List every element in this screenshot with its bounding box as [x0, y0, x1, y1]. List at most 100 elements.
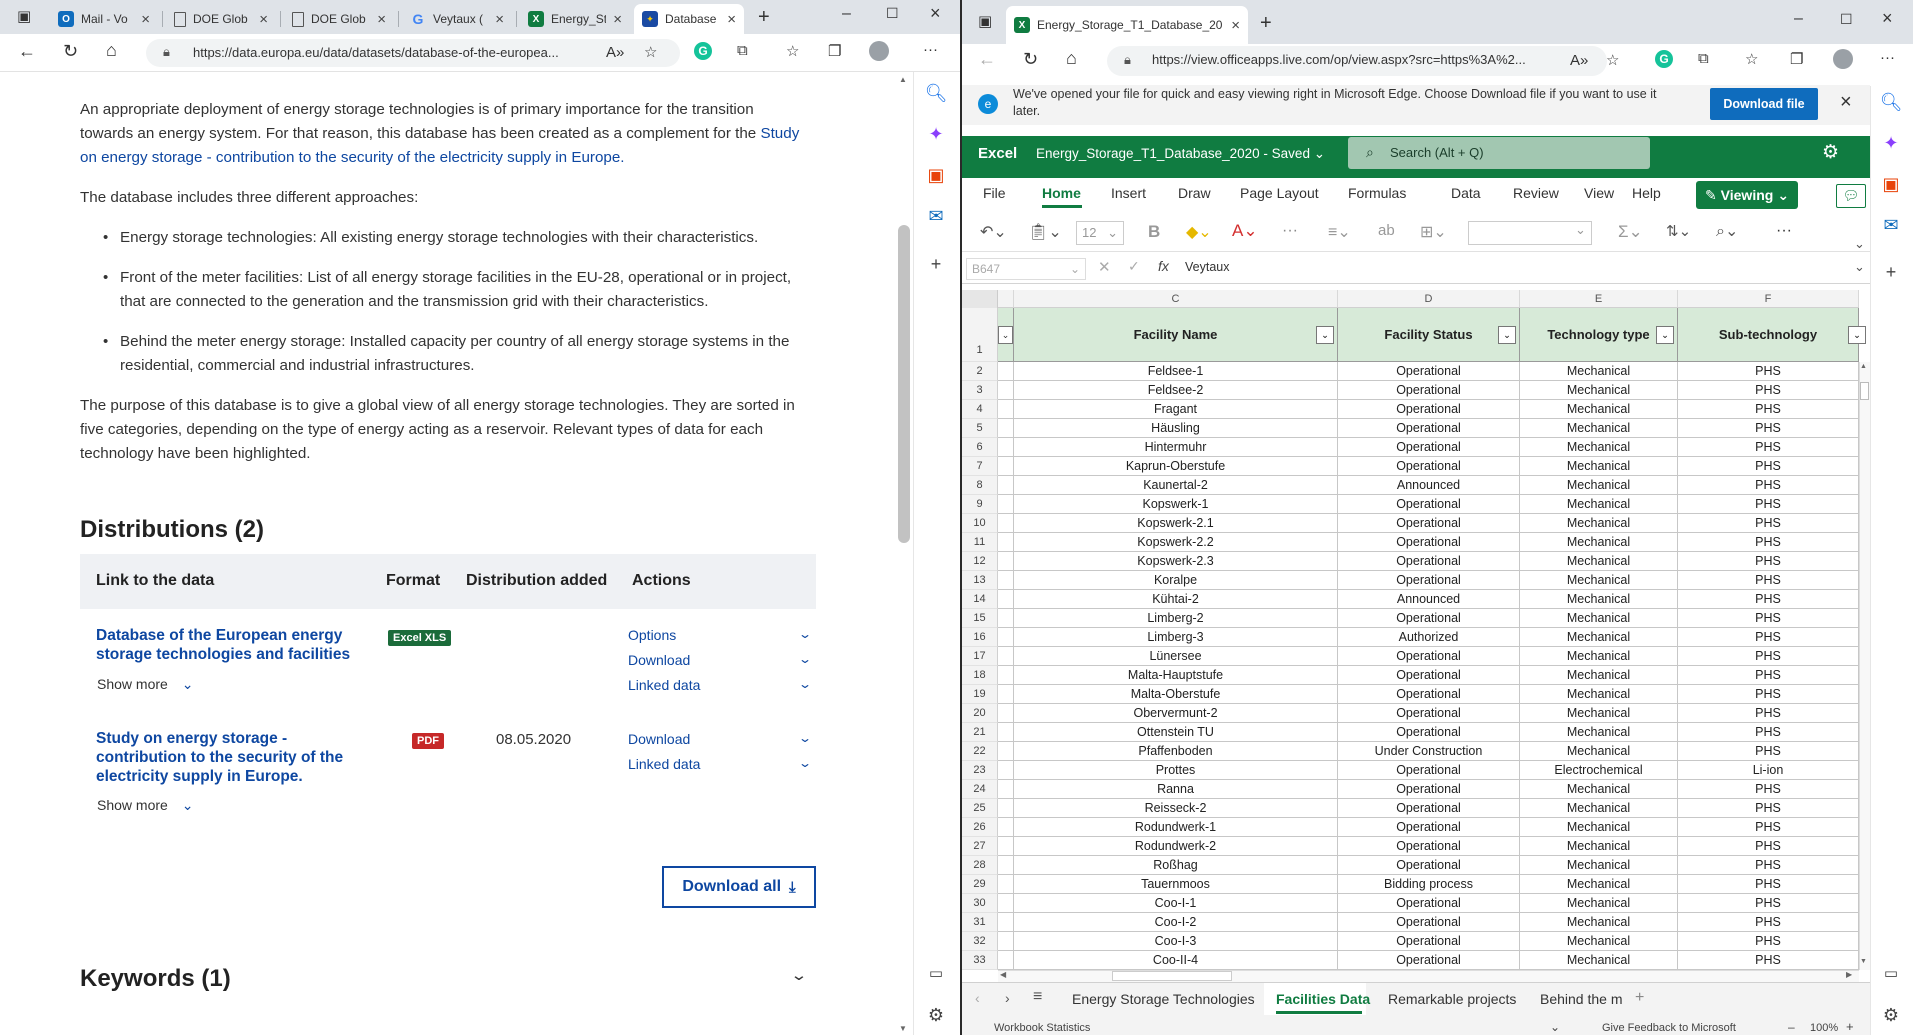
row-header[interactable]: 8 — [962, 476, 998, 495]
table-cell[interactable] — [998, 780, 1014, 799]
table-cell[interactable]: Operational — [1338, 932, 1520, 951]
table-cell[interactable]: Fragant — [1014, 400, 1338, 419]
row-header[interactable]: 5 — [962, 419, 998, 438]
table-cell[interactable]: Mechanical — [1520, 514, 1678, 533]
gear-icon[interactable]: ⚙ — [1879, 1005, 1903, 1026]
table-cell[interactable]: Mechanical — [1520, 875, 1678, 894]
sidebar-toggle-icon[interactable]: ▭ — [1879, 964, 1903, 982]
refresh-icon[interactable]: ↻ — [1023, 50, 1038, 68]
scroll-up-icon[interactable]: ▲ — [1860, 363, 1867, 370]
table-cell[interactable]: Operational — [1338, 894, 1520, 913]
tab-doe-2[interactable]: DOE Glob × — [284, 4, 394, 34]
table-cell[interactable]: Mechanical — [1520, 495, 1678, 514]
tab-formulas[interactable]: Formulas — [1348, 185, 1406, 201]
window-close-icon[interactable]: × — [930, 4, 941, 22]
table-cell[interactable]: Operational — [1338, 438, 1520, 457]
table-cell[interactable] — [998, 799, 1014, 818]
scroll-thumb[interactable] — [1860, 382, 1869, 400]
table-cell[interactable]: Rodundwerk-2 — [1014, 837, 1338, 856]
row-header[interactable]: 33 — [962, 951, 998, 970]
table-cell[interactable]: PHS — [1678, 894, 1859, 913]
show-more-button[interactable]: Show more ⌄ — [97, 676, 193, 693]
table-cell[interactable] — [998, 647, 1014, 666]
chevron-down-icon[interactable]: ⌄ — [795, 677, 815, 691]
table-cell[interactable]: PHS — [1678, 533, 1859, 552]
table-cell[interactable]: PHS — [1678, 951, 1859, 970]
scroll-thumb[interactable] — [898, 225, 910, 543]
filter-dropdown-icon[interactable]: ⌄ — [1848, 326, 1866, 344]
table-cell[interactable] — [998, 913, 1014, 932]
tab-database[interactable]: ✦ Database × — [634, 4, 744, 34]
download-file-button[interactable]: Download file — [1710, 88, 1818, 120]
table-cell[interactable]: PHS — [1678, 419, 1859, 438]
download-action[interactable]: Download — [628, 731, 690, 747]
add-icon[interactable]: + — [924, 254, 948, 275]
row-header[interactable]: 4 — [962, 400, 998, 419]
favorite-add-icon[interactable]: ☆ — [644, 43, 657, 61]
table-cell[interactable]: PHS — [1678, 818, 1859, 837]
row-header[interactable]: 6 — [962, 438, 998, 457]
h-scroll-thumb[interactable] — [1112, 971, 1232, 981]
office-icon[interactable]: ▣ — [924, 165, 948, 186]
table-cell[interactable]: Mechanical — [1520, 666, 1678, 685]
table-cell[interactable]: PHS — [1678, 799, 1859, 818]
table-cell[interactable]: PHS — [1678, 495, 1859, 514]
table-cell[interactable]: Ranna — [1014, 780, 1338, 799]
back-icon[interactable]: ← — [18, 42, 36, 60]
table-cell[interactable] — [998, 609, 1014, 628]
table-cell[interactable]: Operational — [1338, 723, 1520, 742]
table-cell[interactable]: Pfaffenboden — [1014, 742, 1338, 761]
close-icon[interactable]: × — [141, 12, 150, 27]
tab-data[interactable]: Data — [1451, 185, 1481, 201]
close-icon[interactable]: × — [613, 12, 622, 27]
chevron-down-icon[interactable]: ⌄ — [795, 756, 815, 770]
sum-icon[interactable]: Σ⌄ — [1618, 222, 1643, 242]
tab-review[interactable]: Review — [1513, 185, 1559, 201]
row-header[interactable]: 23 — [962, 761, 998, 780]
scroll-left-icon[interactable]: ◀ — [1000, 970, 1006, 979]
row-header[interactable]: 2 — [962, 362, 998, 381]
table-cell[interactable] — [998, 457, 1014, 476]
maximize-icon[interactable]: ☐ — [1840, 12, 1853, 26]
table-cell[interactable]: Kopswerk-2.1 — [1014, 514, 1338, 533]
row-header[interactable]: 22 — [962, 742, 998, 761]
favorite-add-icon[interactable]: ☆ — [1606, 51, 1619, 69]
tab-insert[interactable]: Insert — [1111, 185, 1146, 201]
zoom-level[interactable]: 100% — [1810, 1022, 1838, 1034]
tab-page-layout[interactable]: Page Layout — [1240, 185, 1319, 201]
tab-doe-1[interactable]: DOE Glob × — [166, 4, 276, 34]
table-cell[interactable] — [998, 571, 1014, 590]
scroll-up-icon[interactable]: ▲ — [899, 75, 907, 84]
table-cell[interactable]: PHS — [1678, 704, 1859, 723]
paste-icon[interactable]: 📋︎⌄ — [1028, 222, 1062, 242]
table-cell[interactable]: Hintermuhr — [1014, 438, 1338, 457]
table-cell[interactable] — [998, 761, 1014, 780]
table-cell[interactable] — [998, 381, 1014, 400]
table-cell[interactable] — [998, 476, 1014, 495]
collections-icon[interactable]: ❐ — [1790, 50, 1803, 68]
download-all-button[interactable]: Download all ⤓ — [662, 866, 816, 908]
table-cell[interactable] — [998, 666, 1014, 685]
sort-filter-icon[interactable]: ⇅⌄ — [1666, 222, 1691, 240]
url-text[interactable]: https://data.europa.eu/data/datasets/dat… — [193, 45, 559, 60]
table-cell[interactable]: Mechanical — [1520, 818, 1678, 837]
linked-data-action[interactable]: Linked data — [628, 756, 700, 772]
table-cell[interactable]: Operational — [1338, 533, 1520, 552]
next-sheet-icon[interactable]: › — [1005, 990, 1010, 1006]
table-cell[interactable]: Under Construction — [1338, 742, 1520, 761]
tab-actions-icon[interactable]: ▣ — [978, 14, 992, 29]
row-header[interactable]: 17 — [962, 647, 998, 666]
extensions-icon[interactable]: ⧉ — [1698, 50, 1709, 67]
table-cell[interactable]: PHS — [1678, 571, 1859, 590]
table-cell[interactable]: Coo-I-2 — [1014, 913, 1338, 932]
table-cell[interactable]: Kaunertal-2 — [1014, 476, 1338, 495]
row-header[interactable]: 15 — [962, 609, 998, 628]
table-cell[interactable]: Coo-II-4 — [1014, 951, 1338, 970]
table-cell[interactable]: Operational — [1338, 419, 1520, 438]
table-cell[interactable] — [998, 400, 1014, 419]
search-icon[interactable]: 🔍︎ — [1879, 92, 1903, 113]
table-cell[interactable]: PHS — [1678, 438, 1859, 457]
minimize-icon[interactable]: – — [842, 6, 851, 22]
find-icon[interactable]: ⌕⌄ — [1716, 221, 1738, 241]
table-cell[interactable]: Operational — [1338, 685, 1520, 704]
